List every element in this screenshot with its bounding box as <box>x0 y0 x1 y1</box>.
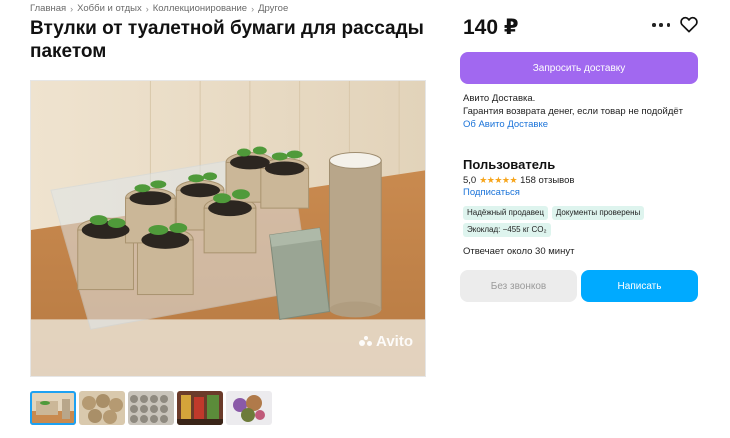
page-title: Втулки от туалетной бумаги для рассады п… <box>30 18 424 62</box>
avito-logo-icon <box>359 335 373 348</box>
request-delivery-button[interactable]: Запросить доставку <box>460 52 698 84</box>
reviews-count[interactable]: 158 отзывов <box>520 175 574 186</box>
price: 140 ₽ <box>463 16 519 39</box>
thumbnail-4[interactable] <box>177 391 223 425</box>
avito-watermark: Avito <box>359 333 413 350</box>
breadcrumb: Главная › Хобби и отдых › Коллекциониров… <box>30 3 288 14</box>
rating-value: 5,0 <box>463 175 477 186</box>
star-rating-icon: ★★★★★ <box>479 175 518 185</box>
thumbnail-strip <box>30 391 272 425</box>
breadcrumb-home[interactable]: Главная <box>30 3 66 14</box>
no-calls-button[interactable]: Без звонков <box>460 270 577 302</box>
seedling-photo-image <box>31 81 425 376</box>
chevron-right-icon: › <box>70 3 74 14</box>
subscribe-link[interactable]: Подписаться <box>463 187 520 198</box>
seller-rating: 5,0 ★★★★★ 158 отзывов <box>463 175 574 186</box>
badge-reliable-seller[interactable]: Надёжный продавец <box>463 206 548 220</box>
breadcrumb-collecting[interactable]: Коллекционирование <box>153 3 247 14</box>
write-message-button[interactable]: Написать <box>581 270 698 302</box>
thumbnail-5[interactable] <box>226 391 272 425</box>
delivery-info: Авито Доставка. Гарантия возврата денег,… <box>463 92 683 131</box>
thumbnail-3[interactable] <box>128 391 174 425</box>
badge-documents-verified[interactable]: Документы проверены <box>551 206 645 220</box>
thumbnail-2[interactable] <box>79 391 125 425</box>
badge-eco-contribution[interactable]: Экоклад: −455 кг CO₂ <box>463 223 551 237</box>
seller-name[interactable]: Пользователь <box>463 157 555 172</box>
thumbnail-1[interactable] <box>30 391 76 425</box>
chevron-right-icon: › <box>251 3 255 14</box>
about-delivery-link[interactable]: Об Авито Доставке <box>463 118 683 131</box>
watermark-text: Avito <box>376 333 413 350</box>
chevron-right-icon: › <box>145 3 149 14</box>
main-photo[interactable]: Avito <box>30 80 426 377</box>
seller-badges: Надёжный продавец Документы проверены Эк… <box>463 206 703 237</box>
reply-time: Отвечает около 30 минут <box>463 246 575 257</box>
heart-icon[interactable] <box>680 16 698 33</box>
breadcrumb-other[interactable]: Другое <box>258 3 288 14</box>
delivery-line-2: Гарантия возврата денег, если товар не п… <box>463 106 684 117</box>
delivery-line-1: Авито Доставка. <box>463 93 536 104</box>
breadcrumb-hobby[interactable]: Хобби и отдых <box>77 3 142 14</box>
more-dots-icon[interactable] <box>652 17 670 33</box>
